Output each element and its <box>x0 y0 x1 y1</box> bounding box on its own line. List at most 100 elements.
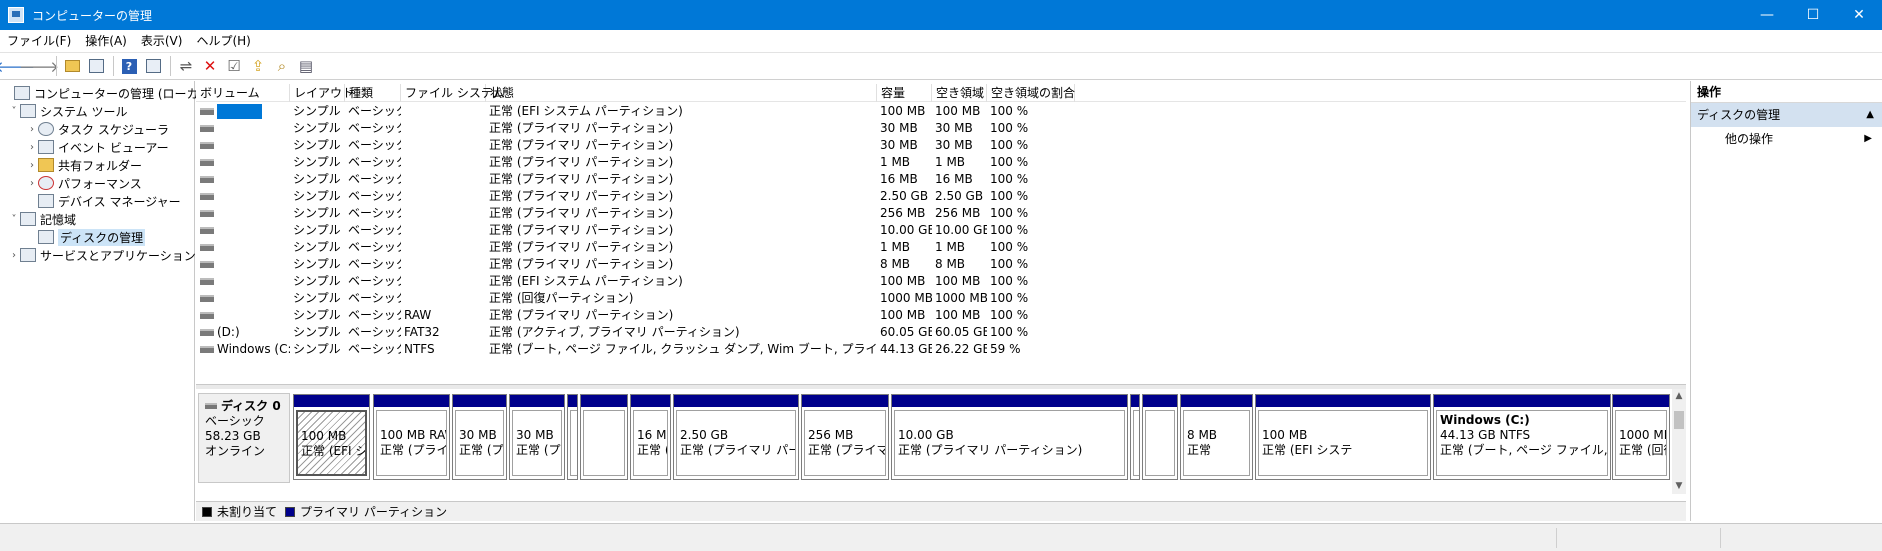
table-row[interactable]: Windows (C:)シンプルベーシックNTFS 正常 (ブート, ページ ファ… <box>196 341 1686 358</box>
up-folder-icon[interactable] <box>61 55 83 77</box>
disk-0-info[interactable]: ディスク 0 ベーシック 58.23 GB オンライン <box>198 393 290 483</box>
chevron-right-icon[interactable]: › <box>26 142 38 153</box>
action-pane-icon[interactable] <box>142 55 164 77</box>
table-row[interactable]: シンプルベーシック 正常 (プライマリ パーティション) 30 MB 30 MB 100… <box>196 137 1686 154</box>
tree-item-storage[interactable]: ˅ 記憶域 <box>8 210 76 228</box>
delete-icon[interactable]: ✕ <box>199 55 221 77</box>
partition-block[interactable]: 16 MB正常 (プ <box>630 394 671 480</box>
partition-block[interactable]: 2.50 GB正常 (プライマリ パーティション) <box>673 394 799 480</box>
partition-size: 30 MB <box>459 428 497 442</box>
collapse-up-icon[interactable]: ▲ <box>1866 103 1874 127</box>
partition-block[interactable] <box>567 394 578 480</box>
partition-block[interactable]: 1000 MB正常 (回復パーティション) <box>1612 394 1670 480</box>
drive-icon <box>200 329 214 336</box>
maximize-button[interactable]: ☐ <box>1790 0 1836 30</box>
disk-view-scrollbar[interactable]: ▲ ▼ <box>1672 389 1686 494</box>
actions-section-disk-management[interactable]: ディスクの管理 ▲ <box>1691 103 1882 127</box>
tree-item-computer-management[interactable]: コンピューターの管理 (ローカル) <box>2 84 215 102</box>
volume-capacity: 2.50 GB <box>880 189 929 203</box>
partition-block[interactable]: 256 MB正常 (プライマリ パー <box>801 394 889 480</box>
help-icon[interactable]: ? <box>118 55 140 77</box>
volume-layout: シンプル <box>293 308 341 322</box>
partition-block[interactable]: 10.00 GB 正常 (プライマリ パーティション) <box>891 394 1128 480</box>
tree-item-services-apps[interactable]: › サービスとアプリケーション <box>8 246 196 264</box>
tree-item-event-viewer[interactable]: › イベント ビューアー <box>26 138 169 156</box>
menu-action[interactable]: 操作(A) <box>78 30 134 52</box>
column-header-layout[interactable]: レイアウト <box>290 84 354 102</box>
chevron-right-icon[interactable]: › <box>8 250 20 261</box>
table-row[interactable]: シンプルベーシック 正常 (プライマリ パーティション) 8 MB 8 MB 100 % <box>196 256 1686 273</box>
volume-free-pct: 100 % <box>990 121 1029 135</box>
toolbar-separator <box>56 56 57 76</box>
chevron-right-icon[interactable]: › <box>26 160 38 171</box>
scrollbar-thumb[interactable] <box>1674 411 1684 429</box>
volume-filesystem: NTFS <box>404 342 435 356</box>
partition-block[interactable]: 100 MB RAW正常 (プライマリ <box>373 394 450 480</box>
column-header-capacity[interactable]: 容量 <box>877 84 932 102</box>
volume-status: 正常 (プライマリ パーティション) <box>489 240 674 254</box>
disk-graphical-view: ディスク 0 ベーシック 58.23 GB オンライン 100 MB 正常 (EF… <box>196 389 1686 494</box>
table-row[interactable]: シンプルベーシック 正常 (プライマリ パーティション) 16 MB 16 MB 100… <box>196 171 1686 188</box>
minimize-button[interactable]: — <box>1744 0 1790 30</box>
table-row[interactable]: シンプルベーシック 正常 (プライマリ パーティション) 1 MB 1 MB 100 % <box>196 154 1686 171</box>
partition-block[interactable] <box>1130 394 1140 480</box>
volume-type: ベーシック <box>348 342 401 356</box>
legend: 未割り当て プライマリ パーティション <box>196 501 1686 521</box>
partition-block[interactable]: 100 MB正常 (EFI システ <box>1255 394 1431 480</box>
table-row[interactable]: シンプルベーシック 正常 (プライマリ パーティション) 10.00 GB10.00… <box>196 222 1686 239</box>
partition-block[interactable]: 30 MB正常 (プラ <box>509 394 565 480</box>
chevron-right-icon[interactable]: › <box>26 124 38 135</box>
table-row[interactable]: シンプルベーシックRAW 正常 (プライマリ パーティション) 100 MB 100 … <box>196 307 1686 324</box>
check-icon[interactable]: ☑ <box>223 55 245 77</box>
tree-item-performance[interactable]: › パフォーマンス <box>26 174 142 192</box>
partition-block[interactable] <box>1142 394 1178 480</box>
selected-volume-name[interactable] <box>217 104 262 119</box>
table-row[interactable]: シンプルベーシック 正常 (EFI システム パーティション) 100 MB 100 … <box>196 103 1686 120</box>
actions-item-more-actions[interactable]: 他の操作 ▶ <box>1691 127 1882 151</box>
properties-icon[interactable]: ▤ <box>295 55 317 77</box>
column-header-volume[interactable]: ボリューム <box>196 84 290 102</box>
table-row[interactable]: (D:) シンプルベーシックFAT32 正常 (アクティブ, プライマリ パーティシ… <box>196 324 1686 341</box>
partition-size: 44.13 GB NTFS <box>1440 428 1531 442</box>
table-row[interactable]: シンプルベーシック 正常 (プライマリ パーティション) 30 MB 30 MB 100… <box>196 120 1686 137</box>
partition-block[interactable]: 100 MB正常 (EFI システ <box>293 394 370 480</box>
volume-layout: シンプル <box>293 172 341 186</box>
tree-item-disk-management[interactable]: ディスクの管理 <box>26 228 146 246</box>
table-row[interactable]: シンプルベーシック 正常 (EFI システム パーティション) 100 MB 100 … <box>196 273 1686 290</box>
partition-block[interactable] <box>580 394 628 480</box>
chevron-down-icon[interactable]: ˅ <box>8 106 20 117</box>
column-header-free-pct[interactable]: 空き領域の割合 <box>987 84 1075 102</box>
table-row[interactable]: シンプルベーシック 正常 (プライマリ パーティション) 256 MB 256 MB 1… <box>196 205 1686 222</box>
table-row[interactable]: シンプルベーシック正常 (回復パーティション)1000 MB1000 MB100… <box>196 290 1686 307</box>
tree-item-shared-folders[interactable]: › 共有フォルダー <box>26 156 142 174</box>
column-header-free[interactable]: 空き領域 <box>932 84 987 102</box>
column-header-status[interactable]: 状態 <box>486 84 877 102</box>
scroll-up-icon[interactable]: ▲ <box>1672 391 1686 401</box>
partition-size: 1000 MB <box>1619 428 1667 442</box>
table-row[interactable]: シンプルベーシック 正常 (プライマリ パーティション) 1 MB 1 MB 100 % <box>196 239 1686 256</box>
chevron-down-icon[interactable]: ˅ <box>8 214 20 225</box>
console-tree-icon[interactable] <box>85 55 107 77</box>
partition-block[interactable]: 8 MB 正常 <box>1180 394 1253 480</box>
column-header-type[interactable]: 種類 <box>345 84 401 102</box>
chevron-right-icon[interactable]: › <box>26 178 38 189</box>
upload-icon[interactable]: ⇪ <box>247 55 269 77</box>
column-header-filesystem[interactable]: ファイル システム <box>401 84 504 102</box>
menu-help[interactable]: ヘルプ(H) <box>189 30 257 52</box>
close-button[interactable]: ✕ <box>1836 0 1882 30</box>
tree-item-system-tools[interactable]: ˅ システム ツール <box>8 102 127 120</box>
legend-primary: プライマリ パーティション <box>285 503 447 520</box>
partition-block[interactable]: 30 MB正常 (プライ <box>452 394 507 480</box>
disk-connect-icon[interactable]: ⇌ <box>175 55 197 77</box>
tree-item-device-manager[interactable]: デバイス マネージャー <box>26 192 181 210</box>
search-icon[interactable]: ⌕ <box>271 55 293 77</box>
table-row[interactable]: シンプルベーシック 正常 (プライマリ パーティション) 2.50 GB 2.50 G… <box>196 188 1686 205</box>
tree-item-task-scheduler[interactable]: › タスク スケジューラ <box>26 120 169 138</box>
partition-size: 100 MB <box>1262 428 1308 442</box>
partition-block[interactable]: Windows (C:) 44.13 GB NTFS 正常 (ブート, ページ ファ… <box>1433 394 1611 480</box>
forward-arrow-icon[interactable]: 🡒 <box>19 55 59 77</box>
menu-file[interactable]: ファイル(F) <box>0 30 78 52</box>
partition-body: 16 MB正常 (プ <box>633 410 668 476</box>
scroll-down-icon[interactable]: ▼ <box>1672 481 1686 491</box>
menu-view[interactable]: 表示(V) <box>134 30 190 52</box>
